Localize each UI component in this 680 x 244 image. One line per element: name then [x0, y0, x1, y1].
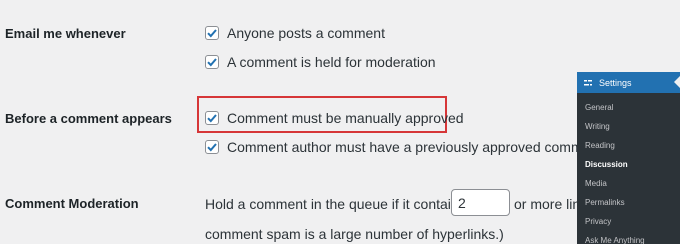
- checkmark-icon: [207, 143, 217, 152]
- submenu-item-discussion[interactable]: Discussion: [577, 155, 680, 174]
- checkbox-held-for-moderation[interactable]: A comment is held for moderation: [205, 54, 436, 70]
- links-count-input[interactable]: [451, 189, 510, 216]
- checkbox-label: Anyone posts a comment: [227, 25, 385, 41]
- checkbox-manually-approved[interactable]: Comment must be manually approved: [205, 110, 464, 126]
- checkmark-icon: [207, 114, 217, 123]
- checkbox-checked[interactable]: [205, 111, 219, 125]
- submenu-item-privacy[interactable]: Privacy: [577, 212, 680, 231]
- checkbox-label: Comment author must have a previously ap…: [227, 139, 603, 155]
- before-comment-appears-label: Before a comment appears: [5, 111, 172, 126]
- submenu-item-permalinks[interactable]: Permalinks: [577, 193, 680, 212]
- checkbox-label: Comment must be manually approved: [227, 110, 464, 126]
- moderation-text-cont: or more lin: [514, 196, 581, 212]
- checkbox-checked[interactable]: [205, 26, 219, 40]
- checkbox-label: A comment is held for moderation: [227, 54, 436, 70]
- moderation-text-line2: comment spam is a large number of hyperl…: [205, 226, 504, 242]
- comment-moderation-label: Comment Moderation: [5, 196, 139, 211]
- settings-icon: [584, 79, 592, 85]
- moderation-text: Hold a comment in the queue if it contai…: [205, 196, 466, 212]
- checkbox-checked[interactable]: [205, 55, 219, 69]
- submenu-item-reading[interactable]: Reading: [577, 136, 680, 155]
- settings-submenu: Settings General Writing Reading Discuss…: [577, 72, 680, 244]
- submenu-item-general[interactable]: General: [577, 98, 680, 117]
- settings-menu-header[interactable]: Settings: [577, 72, 680, 93]
- checkbox-anyone-posts[interactable]: Anyone posts a comment: [205, 25, 385, 41]
- menu-pointer-arrow: [674, 76, 680, 88]
- checkbox-previously-approved[interactable]: Comment author must have a previously ap…: [205, 139, 602, 155]
- submenu-item-ask-me-anything[interactable]: Ask Me Anything: [577, 231, 680, 244]
- checkmark-icon: [207, 58, 217, 67]
- settings-menu-title: Settings: [599, 77, 632, 88]
- checkmark-icon: [207, 29, 217, 38]
- submenu-item-media[interactable]: Media: [577, 174, 680, 193]
- submenu-item-writing[interactable]: Writing: [577, 117, 680, 136]
- checkbox-checked[interactable]: [205, 140, 219, 154]
- email-me-whenever-label: Email me whenever: [5, 26, 126, 41]
